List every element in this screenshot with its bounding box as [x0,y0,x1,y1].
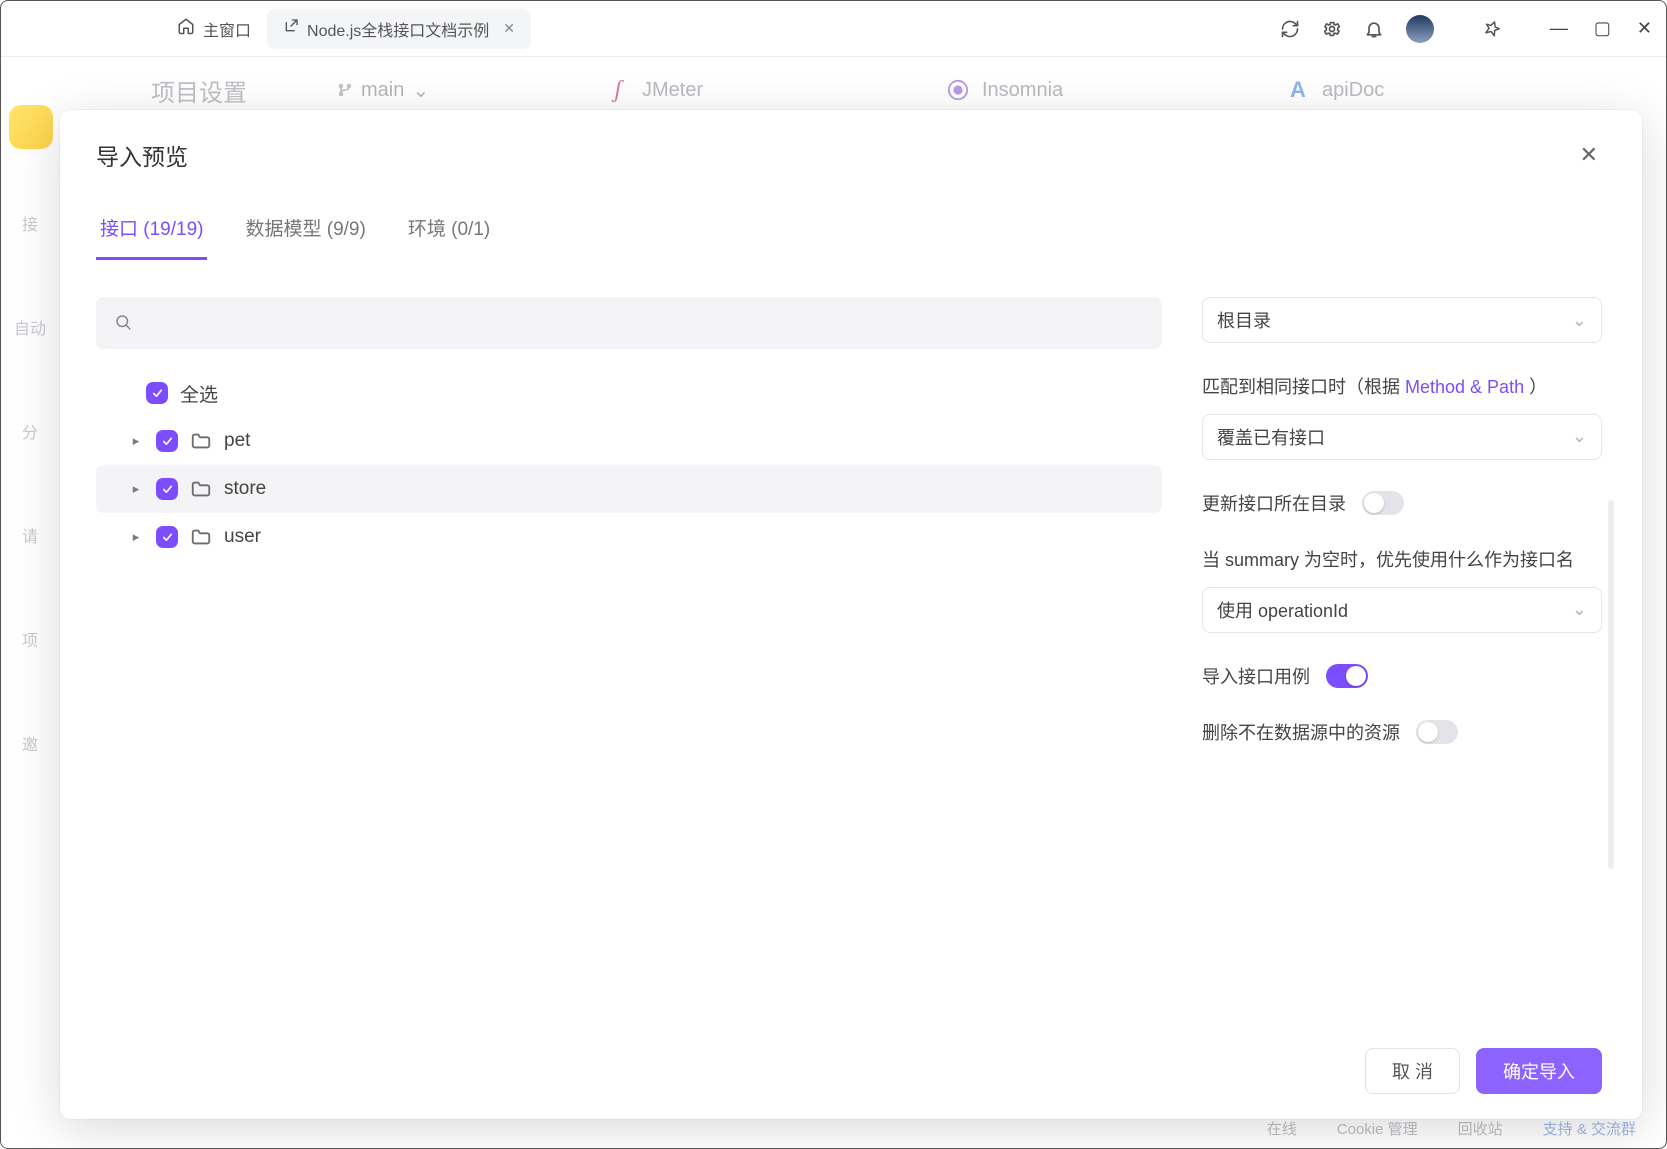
match-strategy-label: 匹配到相同接口时（根据 Method & Path ） [1202,373,1602,402]
confirm-import-button[interactable]: 确定导入 [1476,1048,1602,1094]
chevron-right-icon[interactable]: ▸ [128,529,144,545]
folder-label: store [224,478,266,500]
select-value: 使用 operationId [1217,597,1348,623]
checkbox-checked[interactable] [156,526,178,548]
tree-folder-store[interactable]: ▸ store [96,465,1162,513]
update-directory-label: 更新接口所在目录 [1202,490,1346,516]
settings-panel: 根目录 ⌄ 匹配到相同接口时（根据 Method & Path ） 覆盖已有接口… [1202,297,1612,1023]
tab-environments[interactable]: 环境 (0/1) [404,214,494,260]
match-strategy-select[interactable]: 覆盖已有接口 ⌄ [1202,414,1602,460]
tab-interfaces[interactable]: 接口 (19/19) [96,214,207,260]
import-cases-toggle[interactable] [1326,664,1368,688]
chevron-right-icon[interactable]: ▸ [128,481,144,497]
chevron-down-icon: ⌄ [1572,599,1587,620]
tree-panel: ▸ 全选 ▸ [96,297,1162,1023]
tree-folder-user[interactable]: ▸ user [96,513,1162,561]
delete-absent-toggle[interactable] [1416,720,1458,744]
import-preview-modal: 导入预览 ✕ 接口 (19/19) 数据模型 (9/9) 环境 (0/1) [60,110,1642,1119]
folder-label: user [224,526,261,548]
modal-tabs: 接口 (19/19) 数据模型 (9/9) 环境 (0/1) [60,180,1642,261]
tree-folder-pet[interactable]: ▸ pet [96,417,1162,465]
search-input[interactable] [144,314,1144,332]
modal-overlay: 导入预览 ✕ 接口 (19/19) 数据模型 (9/9) 环境 (0/1) [0,0,1667,1149]
checkbox-checked[interactable] [156,430,178,452]
folder-icon [190,478,212,500]
modal-footer: 取 消 确定导入 [60,1023,1642,1119]
scrollbar[interactable] [1608,500,1614,869]
folder-icon [190,526,212,548]
delete-absent-label: 删除不在数据源中的资源 [1202,719,1400,745]
chevron-down-icon: ⌄ [1572,310,1587,331]
folder-icon [190,430,212,452]
chevron-down-icon: ⌄ [1572,426,1587,447]
method-path-link[interactable]: Method & Path [1405,377,1524,397]
select-value: 根目录 [1217,307,1271,333]
search-box[interactable] [96,297,1162,349]
import-cases-label: 导入接口用例 [1202,663,1310,689]
chevron-right-icon[interactable]: ▸ [128,433,144,449]
summary-fallback-label: 当 summary 为空时，优先使用什么作为接口名 [1202,546,1602,575]
folder-tree: ▸ 全选 ▸ [96,369,1162,561]
search-icon [114,313,132,334]
checkbox-checked[interactable] [156,478,178,500]
cancel-button[interactable]: 取 消 [1365,1048,1460,1094]
select-all-label: 全选 [180,380,218,407]
update-directory-toggle[interactable] [1362,491,1404,515]
checkbox-checked[interactable] [146,382,168,404]
modal-close-button[interactable]: ✕ [1572,138,1606,172]
select-value: 覆盖已有接口 [1217,424,1325,450]
tab-data-models[interactable]: 数据模型 (9/9) [241,214,369,260]
root-directory-select[interactable]: 根目录 ⌄ [1202,297,1602,343]
tree-select-all[interactable]: ▸ 全选 [96,369,1162,417]
summary-fallback-select[interactable]: 使用 operationId ⌄ [1202,587,1602,633]
modal-title: 导入预览 [96,138,188,172]
folder-label: pet [224,430,250,452]
